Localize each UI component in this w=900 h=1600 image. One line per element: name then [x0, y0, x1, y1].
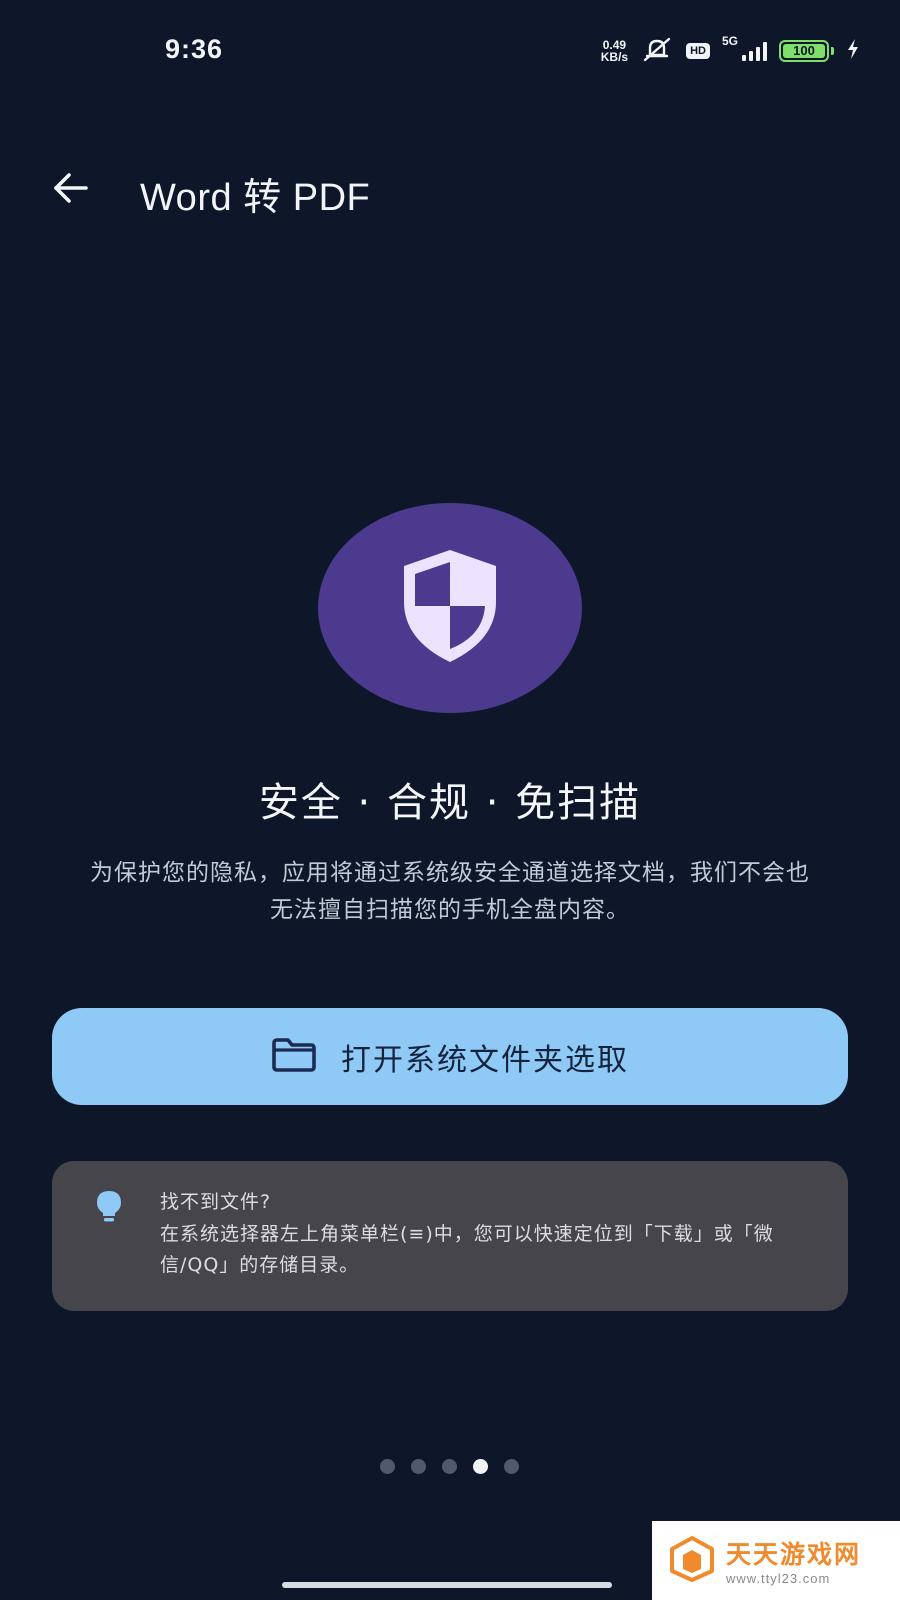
page-dot[interactable]: [504, 1459, 519, 1474]
status-time: 9:36: [165, 34, 224, 64]
tip-title: 找不到文件?: [160, 1191, 272, 1213]
home-indicator[interactable]: [282, 1582, 612, 1588]
hero-badge: [318, 503, 582, 713]
page-dot[interactable]: [411, 1459, 426, 1474]
shield-icon: [398, 546, 502, 670]
page-title: Word 转 PDF: [140, 177, 371, 219]
screen: 9:36 0.49 KB/s HD 5G 100 Word 转 PDF 安全 ·…: [0, 0, 900, 1600]
page-dot[interactable]: [473, 1459, 488, 1474]
network-speed-unit: KB/s: [600, 50, 629, 64]
hd-badge: HD: [686, 43, 710, 59]
network-speed: 0.49 KB/s: [601, 39, 628, 63]
tip-body: 在系统选择器左上角菜单栏(≡)中，您可以快速定位到「下载」或「微信/QQ」的存储…: [160, 1223, 774, 1276]
headline: 安全 · 合规 · 免扫描: [258, 780, 642, 826]
open-system-folder-label: 打开系统文件夹选取: [341, 1042, 629, 1078]
mute-icon: [640, 36, 674, 66]
app-bar: Word 转 PDF: [0, 150, 900, 230]
watermark-url: www.ttyl23.com: [726, 1571, 831, 1586]
signal-icon: [742, 41, 767, 61]
status-bar: 9:36 0.49 KB/s HD 5G 100: [0, 0, 900, 100]
network-type: 5G: [721, 34, 738, 48]
battery-level: 100: [783, 44, 825, 58]
folder-icon: [271, 1037, 317, 1076]
watermark: 天天游戏网 www.ttyl23.com: [652, 1521, 900, 1600]
page-dot[interactable]: [442, 1459, 457, 1474]
page-dot[interactable]: [380, 1459, 395, 1474]
lightbulb-icon: [94, 1189, 124, 1227]
open-system-folder-button[interactable]: 打开系统文件夹选取: [52, 1008, 848, 1105]
charging-icon: [846, 38, 860, 64]
page-indicator: [380, 1459, 519, 1474]
watermark-logo: [668, 1535, 716, 1587]
privacy-description: 为保护您的隐私，应用将通过系统级安全通道选择文档，我们不会也无法擅自扫描您的手机…: [90, 860, 810, 923]
status-icons: 0.49 KB/s HD 5G 100: [601, 34, 860, 66]
back-button[interactable]: [44, 164, 96, 216]
watermark-title: 天天游戏网: [726, 1540, 862, 1569]
tip-card: 找不到文件? 在系统选择器左上角菜单栏(≡)中，您可以快速定位到「下载」或「微信…: [52, 1161, 848, 1311]
arrow-left-icon: [50, 168, 90, 212]
battery-icon: 100: [779, 40, 834, 62]
